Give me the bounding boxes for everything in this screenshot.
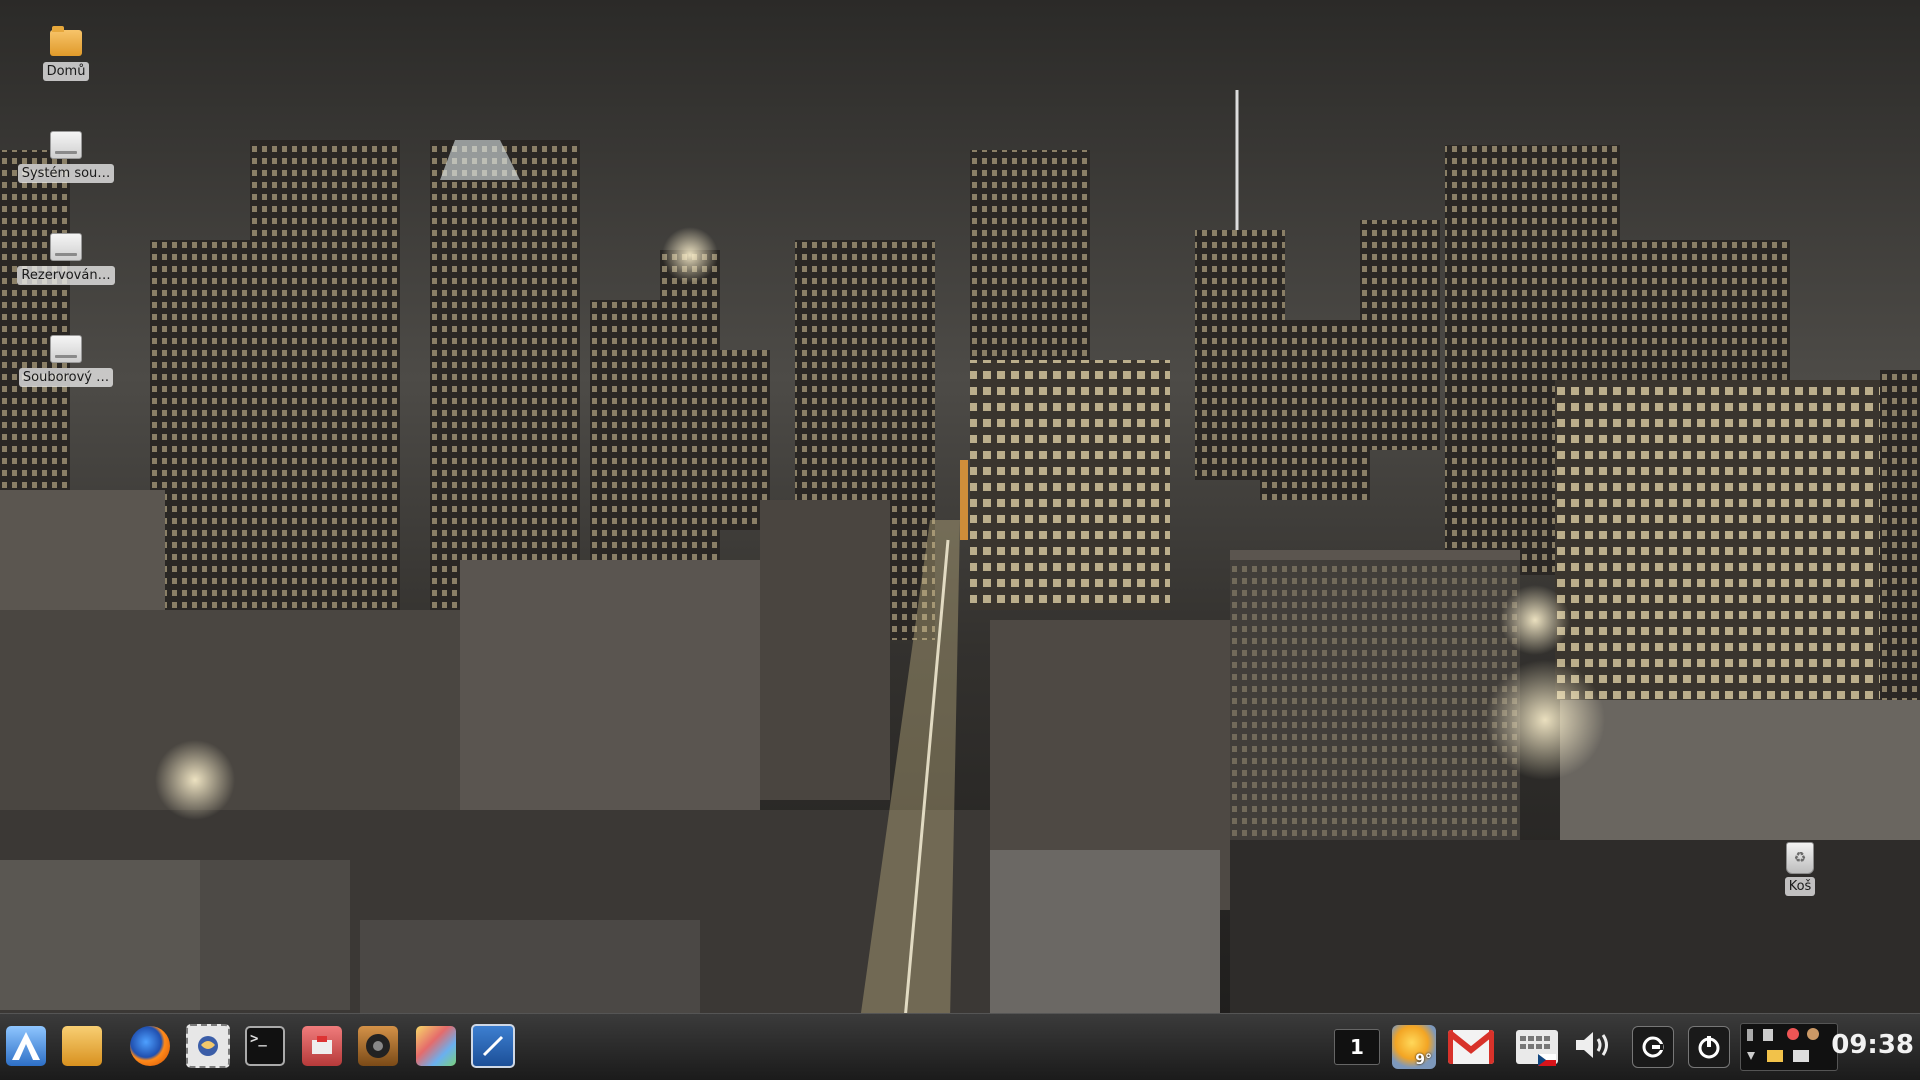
city-night-image <box>0 0 1920 1080</box>
weather-icon: 9° <box>1392 1025 1436 1069</box>
weather-applet[interactable]: 9° <box>1392 1025 1436 1069</box>
desktop-icon-label: Systém sou… <box>17 164 115 183</box>
mail-client-launcher[interactable] <box>186 1024 230 1068</box>
drive-icon <box>49 232 83 262</box>
keyboard-layout-indicator[interactable] <box>1516 1026 1558 1068</box>
desktop-icon-trash[interactable]: ♻ Koš <box>1752 842 1848 896</box>
file-manager-launcher[interactable] <box>60 1024 104 1068</box>
update-manager[interactable] <box>1632 1026 1674 1068</box>
audio-player-launcher[interactable] <box>356 1024 400 1068</box>
screenshot-icon <box>471 1024 515 1068</box>
terminal-launcher[interactable]: >_ <box>243 1024 287 1068</box>
desktop-icon-home[interactable]: Domů <box>18 26 114 81</box>
desktop-icon-label: Rezervován… <box>17 266 115 285</box>
desktop-icon-filesystem-2[interactable]: Souborový … <box>18 334 114 387</box>
volume-control[interactable] <box>1572 1026 1616 1068</box>
taskbar: >_ 1 9° 09:38 <box>0 1013 1920 1080</box>
app-menu-button[interactable] <box>4 1024 48 1068</box>
desktop-icon-filesystem[interactable]: Systém sou… <box>17 130 115 183</box>
desktop-wallpaper <box>0 0 1920 1080</box>
thunderbird-icon <box>186 1024 230 1068</box>
system-tray[interactable] <box>1740 1023 1838 1071</box>
drive-icon <box>49 130 83 160</box>
clock[interactable]: 09:38 <box>1831 1030 1914 1060</box>
folder-icon <box>62 1026 102 1066</box>
shutdown-icon <box>1688 1026 1730 1068</box>
trash-icon: ♻ <box>1783 842 1817 874</box>
workspace-switcher[interactable]: 1 <box>1334 1026 1380 1068</box>
firefox-launcher[interactable] <box>128 1024 172 1068</box>
update-icon <box>1632 1026 1674 1068</box>
gmail-icon <box>1448 1030 1494 1064</box>
paint-icon <box>416 1026 456 1066</box>
desktop-icon-label: Domů <box>42 62 90 81</box>
software-icon <box>302 1026 342 1066</box>
terminal-icon: >_ <box>245 1026 285 1066</box>
volume-icon <box>1572 1027 1616 1067</box>
speaker-icon <box>358 1026 398 1066</box>
software-center-launcher[interactable] <box>300 1024 344 1068</box>
weather-temperature: 9° <box>1415 1052 1432 1068</box>
desktop-icon-label: Koš <box>1784 877 1816 896</box>
app-menu-icon <box>6 1026 46 1066</box>
firefox-icon <box>130 1026 170 1066</box>
gmail-notifier[interactable] <box>1448 1026 1494 1068</box>
image-editor-launcher[interactable] <box>414 1024 458 1068</box>
home-folder-icon <box>49 26 83 58</box>
screenshot-launcher[interactable] <box>471 1024 515 1068</box>
shutdown-button[interactable] <box>1688 1026 1730 1068</box>
desktop-icon-reserved[interactable]: Rezervován… <box>17 232 115 285</box>
workspace-number: 1 <box>1334 1029 1380 1065</box>
tray-area-icon <box>1740 1023 1838 1071</box>
desktop-icon-label: Souborový … <box>18 368 114 387</box>
keyboard-layout-icon <box>1516 1030 1558 1066</box>
drive-icon <box>49 334 83 364</box>
